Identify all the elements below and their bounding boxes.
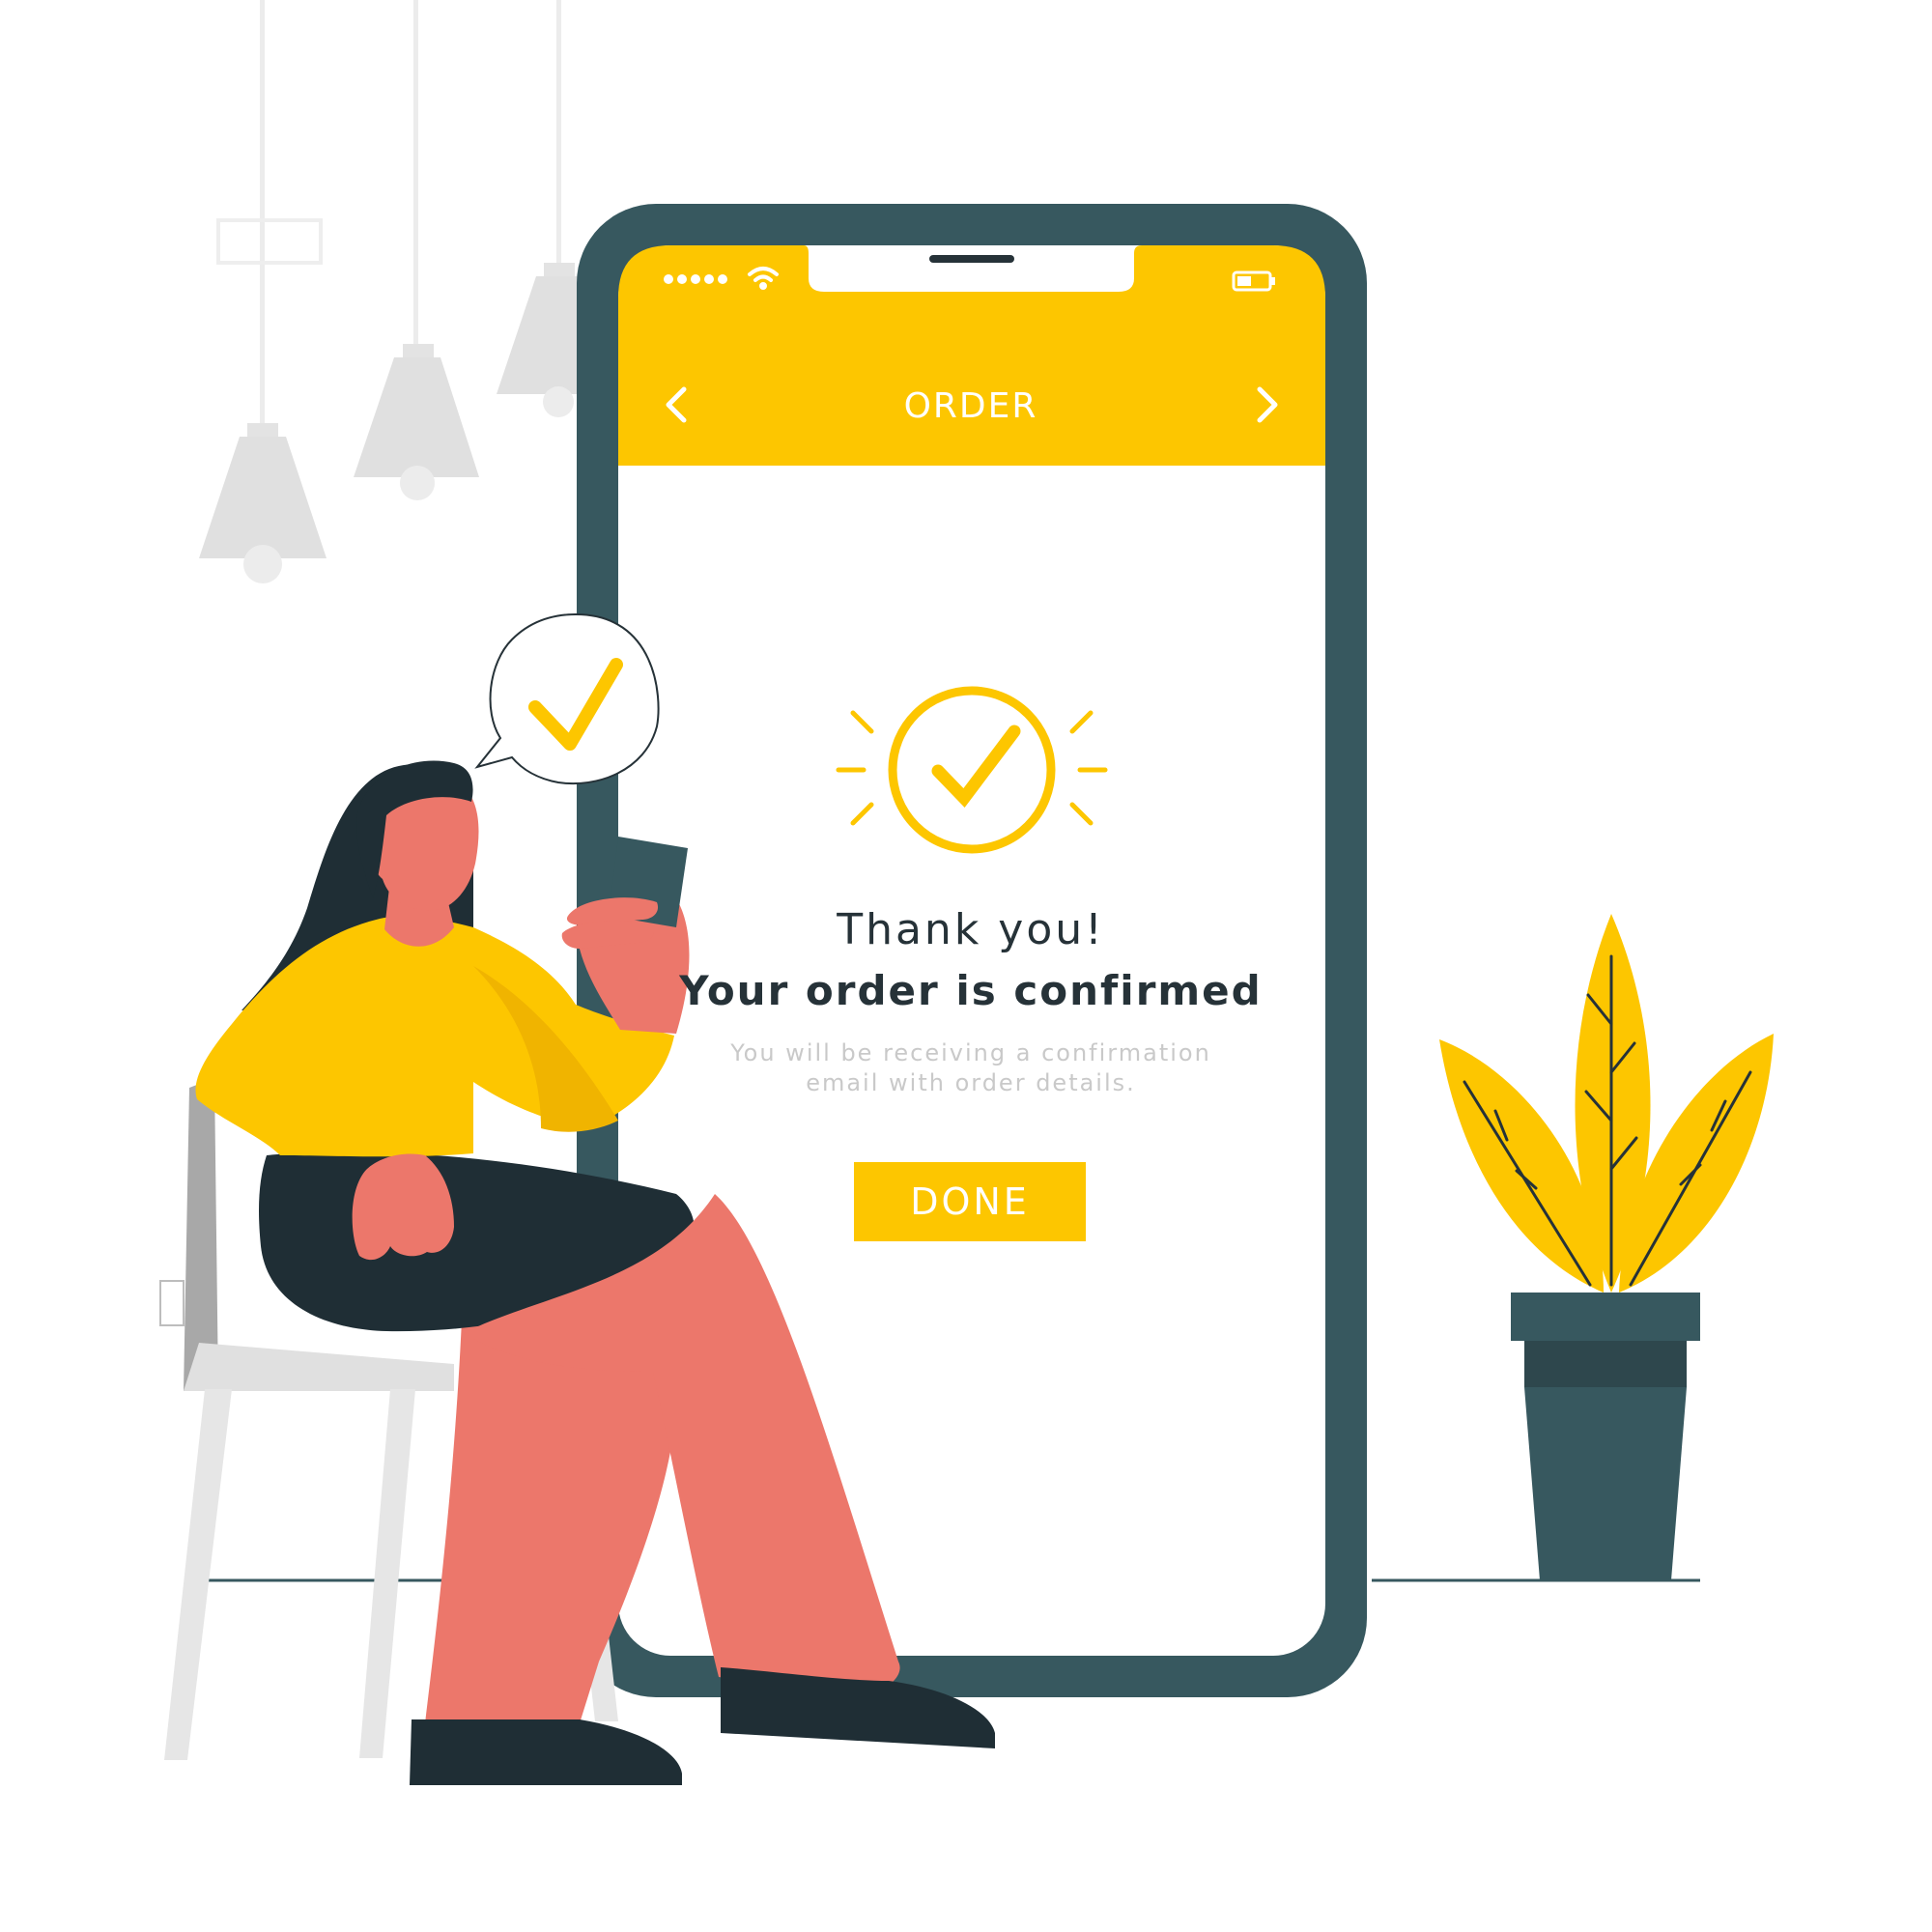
order-confirmed-headline: Your order is confirmed [679,967,1263,1014]
forward-button[interactable] [1238,376,1296,434]
hanging-lamps [199,0,580,583]
order-confirmation-illustration: ORDER Thank you! Your order is confirmed… [0,0,1932,1932]
chevron-right-icon [1257,386,1278,423]
scene-artwork [159,0,1774,1785]
speech-bubble [474,612,660,784]
confirmation-message-line-2: email with order details. [806,1069,1136,1096]
done-button[interactable]: DONE [854,1162,1086,1241]
chevron-left-icon [666,386,687,423]
thank-you-heading: Thank you! [837,905,1105,954]
screen-title: ORDER [903,386,1038,426]
potted-plant [1439,914,1774,1580]
confirmation-message-line-1: You will be receiving a confirmation [730,1039,1211,1066]
back-button[interactable] [647,376,705,434]
